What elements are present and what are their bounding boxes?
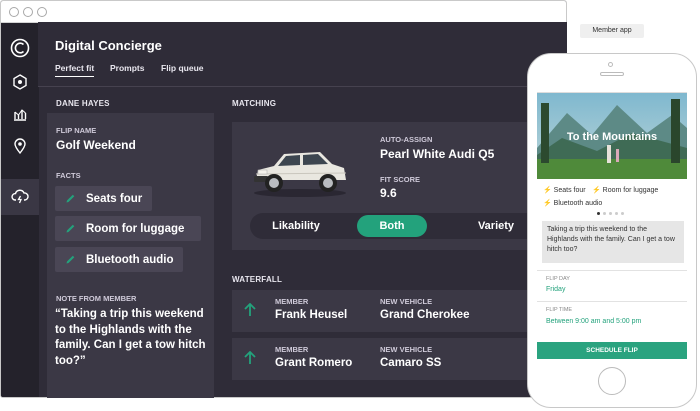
pencil-icon bbox=[66, 224, 75, 233]
car-image bbox=[254, 152, 347, 197]
member-panel: FLIP NAME Golf Weekend FACTS Seats four … bbox=[47, 113, 214, 398]
auto-assign-label: AUTO-ASSIGN bbox=[380, 135, 433, 144]
flip-time-value[interactable]: Between 9:00 am and 5:00 pm bbox=[546, 318, 641, 325]
header-divider bbox=[38, 86, 567, 87]
new-vehicle-label: NEW VEHICLE bbox=[380, 297, 433, 306]
member-app-tag: Member app bbox=[580, 24, 644, 38]
app-fact: ⚡ Seats four bbox=[543, 186, 586, 194]
member-name-heading: DANE HAYES bbox=[56, 99, 110, 108]
phone-home-button[interactable] bbox=[598, 367, 626, 395]
waterfall-vehicle: Grand Cherokee bbox=[380, 309, 470, 321]
phone-camera bbox=[608, 62, 613, 67]
fit-score-value: 9.6 bbox=[380, 186, 397, 200]
hero-image: To the Mountains bbox=[537, 93, 687, 179]
schedule-flip-button[interactable]: SCHEDULE FLIP bbox=[537, 342, 687, 359]
phone-screen: To the Mountains ⚡ Seats four ⚡ Room for… bbox=[537, 92, 687, 359]
assigned-vehicle: Pearl White Audi Q5 bbox=[380, 147, 495, 161]
hexagon-icon[interactable] bbox=[9, 71, 31, 93]
chart-icon[interactable] bbox=[9, 103, 31, 125]
carousel-dot[interactable] bbox=[609, 212, 612, 215]
fact-label: Room for luggage bbox=[86, 222, 185, 235]
app-fact: ⚡ Room for luggage bbox=[592, 186, 658, 194]
window-minimize-button[interactable] bbox=[23, 7, 33, 17]
tab-flip-queue[interactable]: Flip queue bbox=[161, 63, 204, 73]
carousel-dot[interactable] bbox=[597, 212, 600, 215]
flip-name-value: Golf Weekend bbox=[56, 138, 136, 152]
lightning-icon: ⚡ bbox=[543, 187, 552, 194]
app-fact-label: Bluetooth audio bbox=[553, 200, 603, 207]
member-note: “Taking a trip this weekend to the Highl… bbox=[55, 308, 206, 367]
table-row[interactable]: MEMBER Grant Romero NEW VEHICLE Camaro S… bbox=[232, 338, 567, 380]
flip-time-label: FLIP TIME bbox=[546, 307, 573, 313]
member-label: MEMBER bbox=[275, 345, 309, 354]
fit-score-label: FIT SCORE bbox=[380, 175, 421, 184]
toggle-both[interactable]: Both bbox=[357, 215, 427, 237]
logo-icon[interactable] bbox=[9, 37, 31, 59]
carousel-dots bbox=[597, 212, 624, 215]
window-maximize-button[interactable] bbox=[37, 7, 47, 17]
app-fact-label: Room for luggage bbox=[602, 187, 659, 194]
facts-label: FACTS bbox=[56, 171, 81, 180]
arrow-up-icon bbox=[244, 351, 256, 364]
app-fact-label: Seats four bbox=[553, 187, 586, 194]
new-vehicle-label: NEW VEHICLE bbox=[380, 345, 433, 354]
toggle-variety[interactable]: Variety bbox=[462, 213, 530, 239]
waterfall-heading: WATERFALL bbox=[232, 275, 283, 284]
fact-chip[interactable]: Seats four bbox=[55, 186, 152, 211]
waterfall-member: Frank Heusel bbox=[275, 309, 348, 321]
tab-perfect-fit[interactable]: Perfect fit bbox=[55, 63, 95, 77]
cloud-lightning-icon[interactable] bbox=[9, 186, 31, 208]
matching-mode-toggle: Likability Both Variety bbox=[250, 213, 567, 239]
divider bbox=[537, 301, 687, 302]
fact-label: Bluetooth audio bbox=[86, 253, 174, 266]
fact-chip[interactable]: Bluetooth audio bbox=[55, 247, 183, 272]
tab-prompts[interactable]: Prompts bbox=[110, 63, 144, 73]
lightning-icon: ⚡ bbox=[543, 200, 552, 207]
app-title: Digital Concierge bbox=[55, 38, 162, 53]
carousel-dot[interactable] bbox=[621, 212, 624, 215]
flip-day-label: FLIP DAY bbox=[546, 276, 570, 282]
sidebar-rail bbox=[1, 23, 39, 397]
hero-title: To the Mountains bbox=[566, 131, 658, 143]
waterfall-vehicle: Camaro SS bbox=[380, 357, 442, 369]
pencil-icon bbox=[66, 194, 75, 203]
phone-speaker bbox=[600, 72, 624, 76]
pencil-icon bbox=[66, 255, 75, 264]
app-fact: ⚡ Bluetooth audio bbox=[543, 199, 602, 207]
app-header: Digital Concierge Perfect fit Prompts Fl… bbox=[38, 22, 567, 86]
waterfall-member: Grant Romero bbox=[275, 357, 353, 369]
divider bbox=[537, 270, 687, 271]
table-row[interactable]: MEMBER Frank Heusel NEW VEHICLE Grand Ch… bbox=[232, 290, 567, 332]
flip-name-label: FLIP NAME bbox=[56, 126, 97, 135]
note-label: NOTE FROM MEMBER bbox=[56, 294, 137, 303]
location-pin-icon[interactable] bbox=[9, 135, 31, 157]
fact-chip[interactable]: Room for luggage bbox=[55, 216, 201, 241]
window-titlebar bbox=[1, 1, 566, 23]
member-label: MEMBER bbox=[275, 297, 309, 306]
matching-heading: MATCHING bbox=[232, 99, 277, 108]
fact-label: Seats four bbox=[86, 192, 143, 205]
arrow-up-icon bbox=[244, 303, 256, 316]
carousel-dot[interactable] bbox=[615, 212, 618, 215]
flip-day-value[interactable]: Friday bbox=[546, 286, 565, 293]
lightning-icon: ⚡ bbox=[592, 187, 601, 194]
toggle-likability[interactable]: Likability bbox=[250, 213, 342, 239]
window-close-button[interactable] bbox=[9, 7, 19, 17]
carousel-dot[interactable] bbox=[603, 212, 606, 215]
app-note: Taking a trip this weekend to the Highla… bbox=[542, 221, 684, 263]
